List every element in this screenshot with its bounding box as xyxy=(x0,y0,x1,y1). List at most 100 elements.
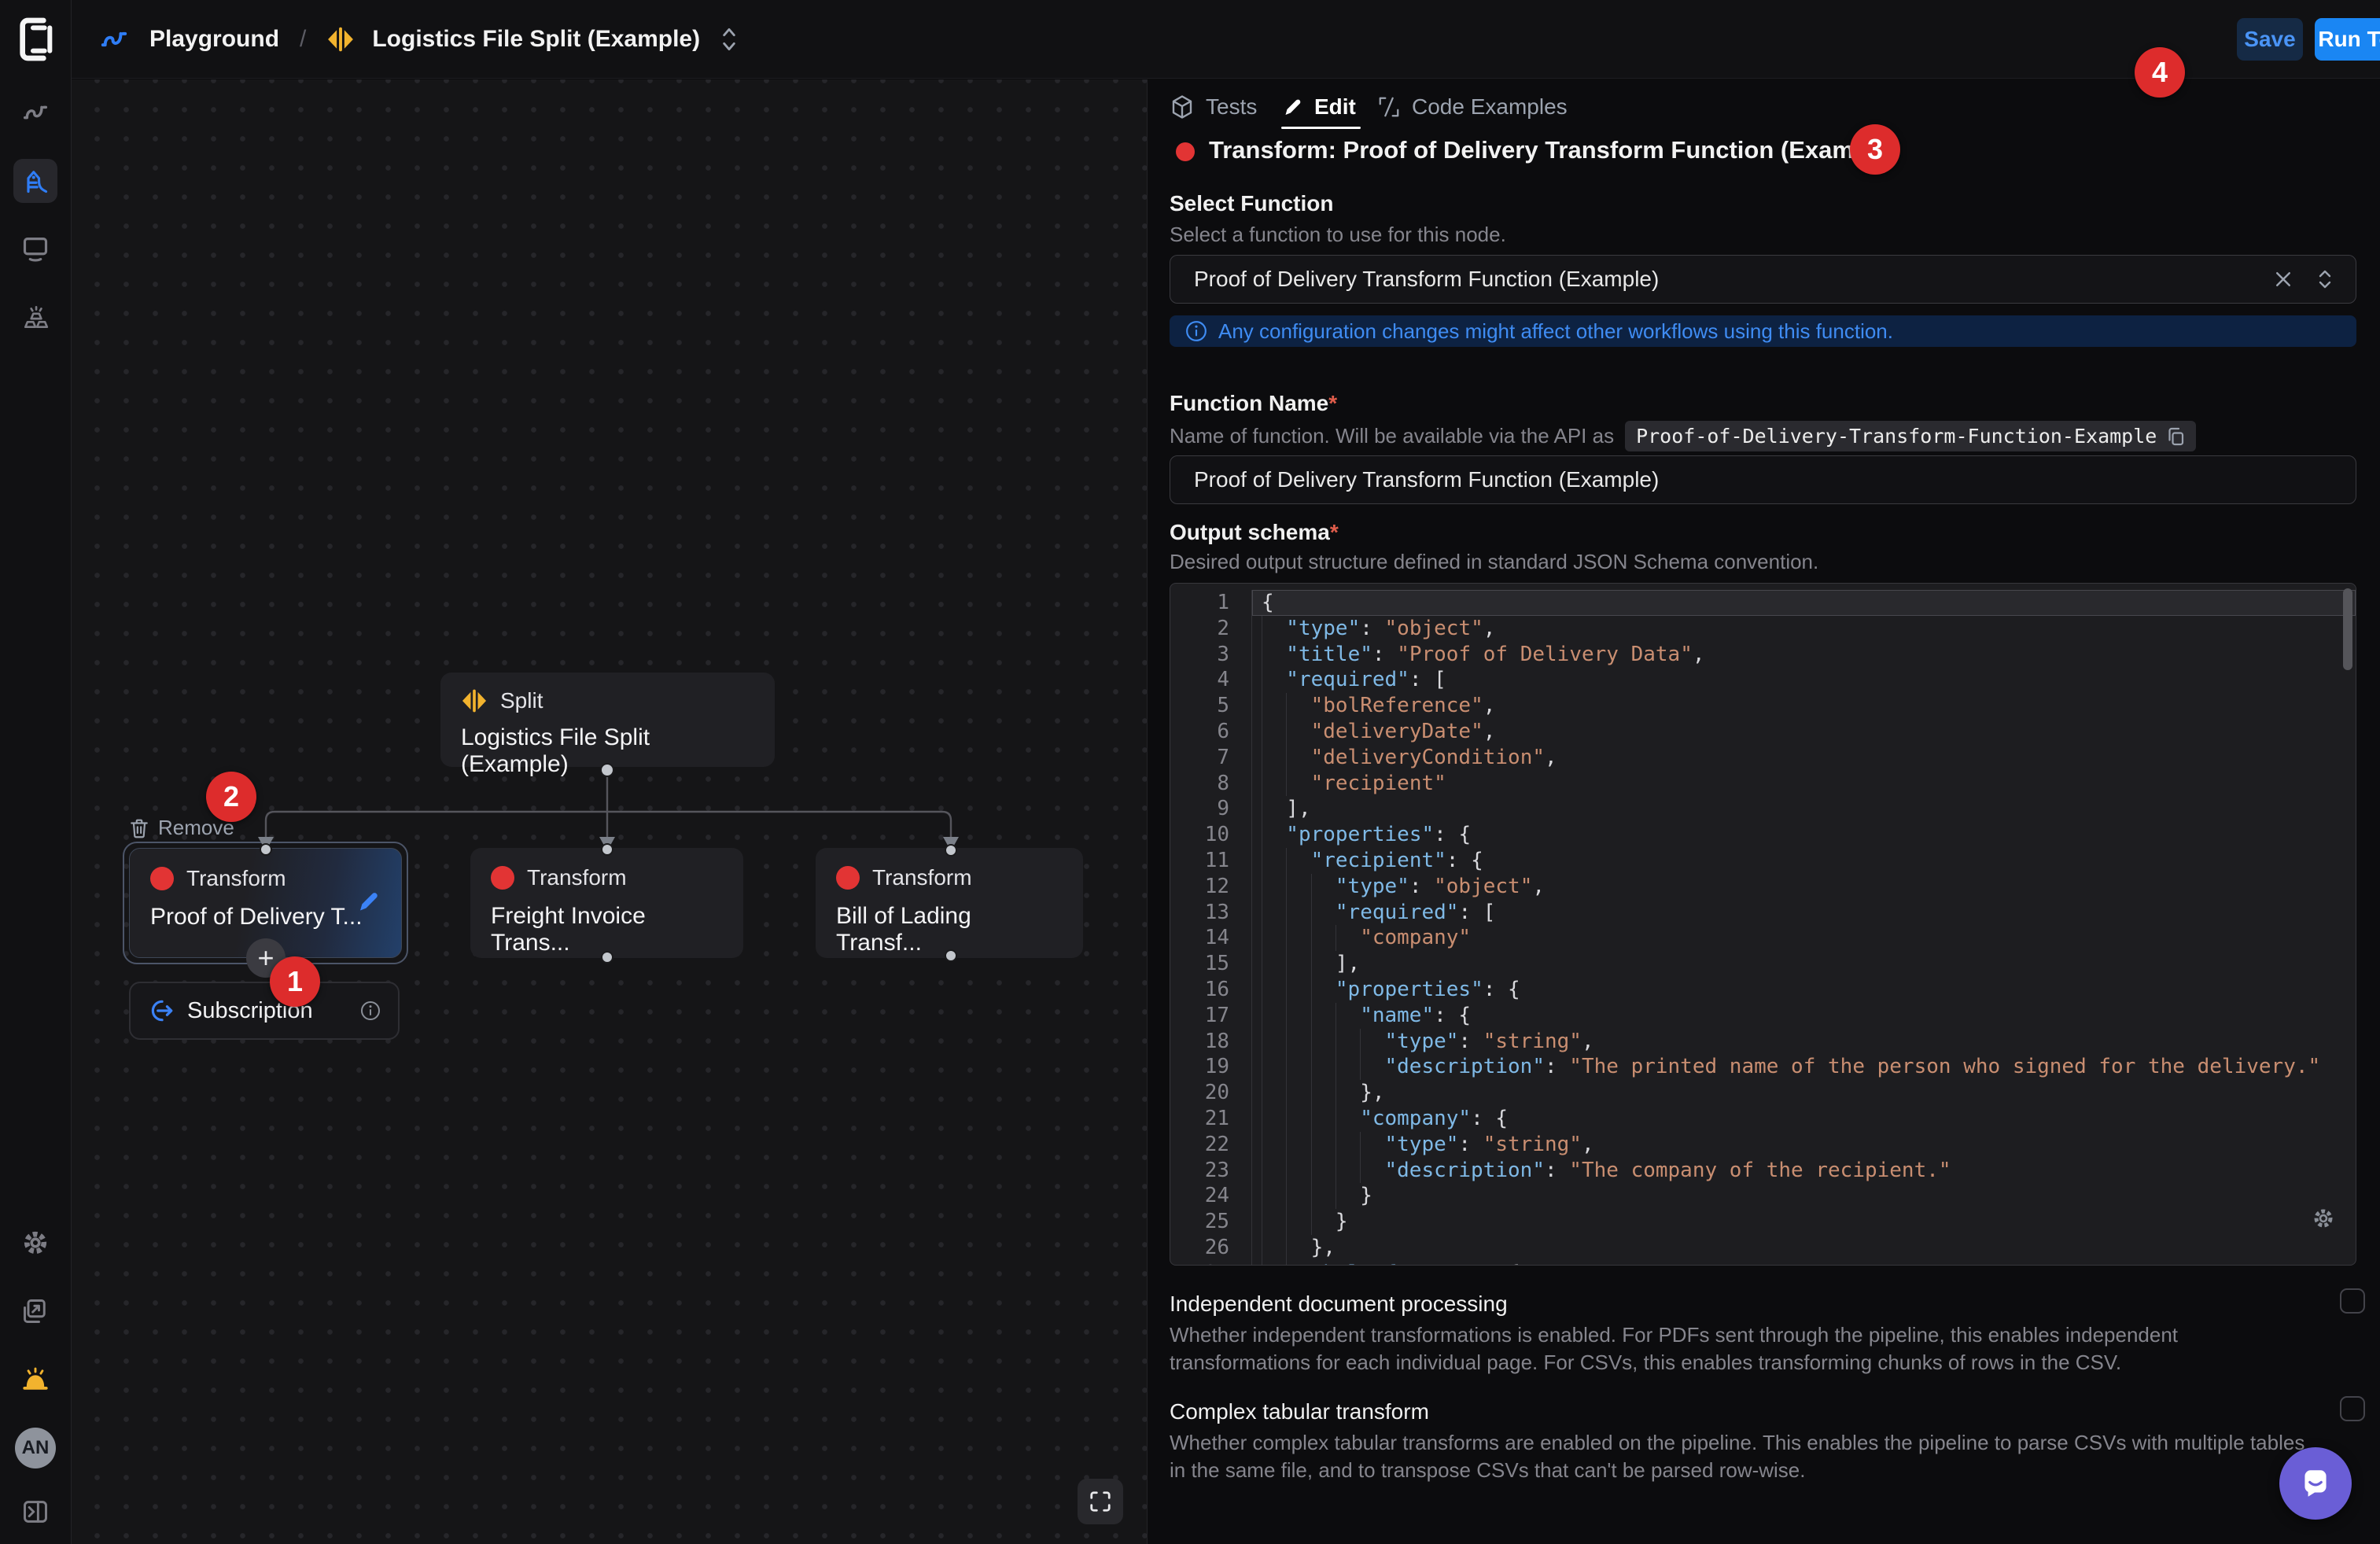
transform-node-bill-of-lading[interactable]: Transform Bill of Lading Transf... xyxy=(816,848,1083,958)
tab-code-examples[interactable]: Code Examples xyxy=(1377,87,1568,127)
code-line[interactable]: 4"required": [ xyxy=(1170,667,2356,693)
code-line[interactable]: 10"properties": { xyxy=(1170,822,2356,848)
code-line[interactable]: 8"recipient" xyxy=(1170,771,2356,797)
copy-icon[interactable] xyxy=(2166,426,2185,447)
code-line[interactable]: 18"type": "string", xyxy=(1170,1029,2356,1055)
function-select-dropdown[interactable]: Proof of Delivery Transform Function (Ex… xyxy=(1170,255,2356,304)
split-node-title: Logistics File Split (Example) xyxy=(461,724,754,778)
code-line[interactable]: 6"deliveryDate", xyxy=(1170,719,2356,745)
annotation-badge-1: 1 xyxy=(270,956,320,1007)
editor-settings-gear-icon[interactable] xyxy=(2312,1207,2335,1230)
code-line[interactable]: 14"company" xyxy=(1170,925,2356,951)
app-logo-icon[interactable] xyxy=(18,17,54,61)
code-line[interactable]: 3"title": "Proof of Delivery Data", xyxy=(1170,642,2356,668)
sidebar-item-workflows[interactable] xyxy=(13,90,57,135)
select-function-heading: Select Function xyxy=(1170,191,1333,216)
sidebar-item-rewards[interactable] xyxy=(13,295,57,339)
function-name-description: Name of function. Will be available via … xyxy=(1170,421,2196,451)
breadcrumb: Playground / Logistics File Split (Examp… xyxy=(99,0,738,79)
collapse-sidebar-icon[interactable] xyxy=(13,1490,57,1534)
sidebar-item-playground[interactable] xyxy=(13,159,57,203)
subscription-icon xyxy=(148,997,175,1024)
subscription-node[interactable]: Subscription xyxy=(129,982,400,1040)
info-icon[interactable] xyxy=(360,1000,381,1021)
code-line[interactable]: 9], xyxy=(1170,796,2356,822)
code-line[interactable]: 12"type": "object", xyxy=(1170,874,2356,900)
hard-hat-icon[interactable] xyxy=(13,1358,57,1402)
code-line[interactable]: 22"type": "string", xyxy=(1170,1132,2356,1158)
remove-node-button[interactable]: Remove xyxy=(130,816,234,840)
avatar-initials: AN xyxy=(15,1428,56,1468)
transform-node-type: Transform xyxy=(186,866,286,891)
external-link-icon[interactable] xyxy=(13,1289,57,1333)
active-tab-underline xyxy=(1281,127,1361,129)
code-line[interactable]: 2"type": "object", xyxy=(1170,616,2356,642)
code-line[interactable]: 25} xyxy=(1170,1209,2356,1235)
dropdown-chevrons-icon xyxy=(2318,267,2332,291)
option-independent-description: Whether independent transformations is e… xyxy=(1170,1321,2319,1376)
transform-node-freight-invoice[interactable]: Transform Freight Invoice Trans... xyxy=(470,848,743,958)
code-line[interactable]: 24} xyxy=(1170,1183,2356,1209)
code-line[interactable]: 27"bolReference": { xyxy=(1170,1261,2356,1266)
annotation-badge-4: 4 xyxy=(2135,47,2185,98)
workflow-selector-icon[interactable] xyxy=(720,25,738,53)
code-line[interactable]: 5"bolReference", xyxy=(1170,693,2356,719)
status-dot-red xyxy=(491,866,514,890)
edit-pencil-icon[interactable] xyxy=(357,890,381,913)
split-node[interactable]: Split Logistics File Split (Example) xyxy=(440,673,775,767)
transform-node-type: Transform xyxy=(527,865,627,890)
function-select-value: Proof of Delivery Transform Function (Ex… xyxy=(1194,267,1659,292)
code-line[interactable]: 20}, xyxy=(1170,1080,2356,1106)
output-schema-heading: Output schema* xyxy=(1170,520,1339,545)
code-line[interactable]: 19"description": "The printed name of th… xyxy=(1170,1054,2356,1080)
fullscreen-button[interactable] xyxy=(1078,1479,1123,1524)
workflow-canvas[interactable]: Remove Split Logistics File Split (Examp… xyxy=(72,79,1147,1544)
tab-tests[interactable]: Tests xyxy=(1170,87,1257,127)
breadcrumb-separator: / xyxy=(300,26,306,53)
settings-gear-icon[interactable] xyxy=(13,1221,57,1265)
code-line[interactable]: 23"description": "The company of the rec… xyxy=(1170,1158,2356,1184)
breadcrumb-title[interactable]: Logistics File Split (Example) xyxy=(372,26,700,53)
code-line[interactable]: 13"required": [ xyxy=(1170,900,2356,926)
code-line[interactable]: 17"name": { xyxy=(1170,1003,2356,1029)
tab-label: Edit xyxy=(1314,94,1356,120)
user-avatar[interactable]: AN xyxy=(13,1426,57,1470)
edit-panel: Tests Edit Code Examples Transform: Proo… xyxy=(1147,79,2380,1544)
config-warning-banner: Any configuration changes might affect o… xyxy=(1170,315,2356,347)
transform-node-type: Transform xyxy=(872,865,972,890)
clear-selection-icon[interactable] xyxy=(2275,271,2291,287)
code-line[interactable]: 7"deliveryCondition", xyxy=(1170,745,2356,771)
split-icon xyxy=(326,26,355,53)
output-schema-description: Desired output structure defined in stan… xyxy=(1170,550,1818,574)
schema-code-editor[interactable]: 1{2"type": "object",3"title": "Proof of … xyxy=(1170,583,2356,1266)
code-line[interactable]: 1{ xyxy=(1170,590,2356,616)
option-independent-checkbox[interactable] xyxy=(2340,1288,2365,1314)
workflow-icon xyxy=(99,26,129,53)
run-tests-button[interactable]: Run Tests xyxy=(2315,18,2380,61)
code-line[interactable]: 11"recipient": { xyxy=(1170,848,2356,874)
code-line[interactable]: 16"properties": { xyxy=(1170,977,2356,1003)
app-root: AN Playground / xyxy=(0,0,2380,1544)
function-name-input[interactable] xyxy=(1170,455,2356,504)
option-complex-label: Complex tabular transform xyxy=(1170,1399,1429,1424)
transform-node-title: Bill of Lading Transf... xyxy=(836,903,1063,956)
editor-scrollbar[interactable] xyxy=(2343,588,2352,670)
code-lines[interactable]: 1{2"type": "object",3"title": "Proof of … xyxy=(1170,590,2356,1266)
option-independent-label: Independent document processing xyxy=(1170,1292,1508,1317)
chat-widget-button[interactable] xyxy=(2279,1447,2352,1520)
sidebar: AN xyxy=(0,0,72,1544)
option-complex-checkbox[interactable] xyxy=(2340,1396,2365,1421)
sidebar-item-monitor[interactable] xyxy=(13,227,57,271)
code-line[interactable]: 15], xyxy=(1170,951,2356,977)
code-line[interactable]: 21"company": { xyxy=(1170,1106,2356,1132)
split-node-type: Split xyxy=(500,688,543,713)
save-button[interactable]: Save xyxy=(2237,18,2303,61)
breadcrumb-section[interactable]: Playground xyxy=(149,26,279,53)
panel-title: Transform: Proof of Delivery Transform F… xyxy=(1209,136,1897,164)
code-line[interactable]: 26}, xyxy=(1170,1235,2356,1261)
function-name-heading: Function Name* xyxy=(1170,391,1337,416)
option-complex-description: Whether complex tabular transforms are e… xyxy=(1170,1429,2319,1484)
transform-node-title: Freight Invoice Trans... xyxy=(491,903,723,956)
tab-edit[interactable]: Edit xyxy=(1283,87,1356,127)
api-description-prefix: Name of function. Will be available via … xyxy=(1170,424,1614,448)
